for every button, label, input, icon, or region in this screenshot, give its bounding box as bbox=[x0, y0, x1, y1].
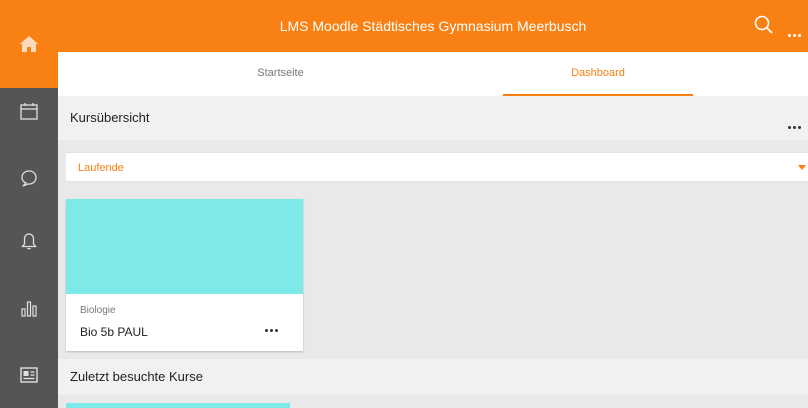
course-overview-title: Kursübersicht bbox=[70, 110, 150, 125]
bell-icon[interactable] bbox=[19, 231, 39, 251]
course-filter-select[interactable]: Laufende bbox=[66, 152, 808, 182]
side-navigation bbox=[0, 0, 58, 408]
tab-dashboard[interactable]: Dashboard bbox=[503, 52, 693, 96]
tab-bar: Startseite Dashboard bbox=[58, 52, 808, 96]
chat-bubble-icon[interactable] bbox=[19, 168, 39, 188]
recent-course-card[interactable] bbox=[66, 403, 290, 408]
recent-courses-title: Zuletzt besuchte Kurse bbox=[70, 369, 203, 384]
course-name: Bio 5b PAUL bbox=[80, 325, 148, 339]
more-horizontal-icon[interactable] bbox=[788, 24, 808, 37]
chevron-down-icon bbox=[798, 165, 806, 170]
search-icon[interactable] bbox=[753, 14, 775, 36]
home-icon bbox=[19, 34, 39, 54]
course-card[interactable]: Biologie Bio 5b PAUL bbox=[66, 199, 303, 351]
sidebar-item-home[interactable] bbox=[0, 0, 58, 88]
page-title: LMS Moodle Städtisches Gymnasium Meerbus… bbox=[279, 18, 587, 34]
course-overview-menu-icon[interactable] bbox=[788, 116, 806, 129]
grades-chart-icon[interactable] bbox=[19, 298, 39, 318]
news-icon[interactable] bbox=[19, 365, 39, 385]
course-filter-value: Laufende bbox=[78, 162, 124, 174]
course-category: Biologie bbox=[80, 305, 116, 316]
tab-startseite[interactable]: Startseite bbox=[58, 52, 503, 96]
recent-courses-header: Zuletzt besuchte Kurse bbox=[58, 359, 808, 395]
course-card-image bbox=[66, 199, 303, 294]
course-overview-header: Kursübersicht bbox=[58, 96, 808, 140]
course-menu-icon[interactable] bbox=[265, 319, 281, 332]
calendar-icon[interactable] bbox=[19, 101, 39, 121]
app-header: LMS Moodle Städtisches Gymnasium Meerbus… bbox=[58, 0, 808, 52]
